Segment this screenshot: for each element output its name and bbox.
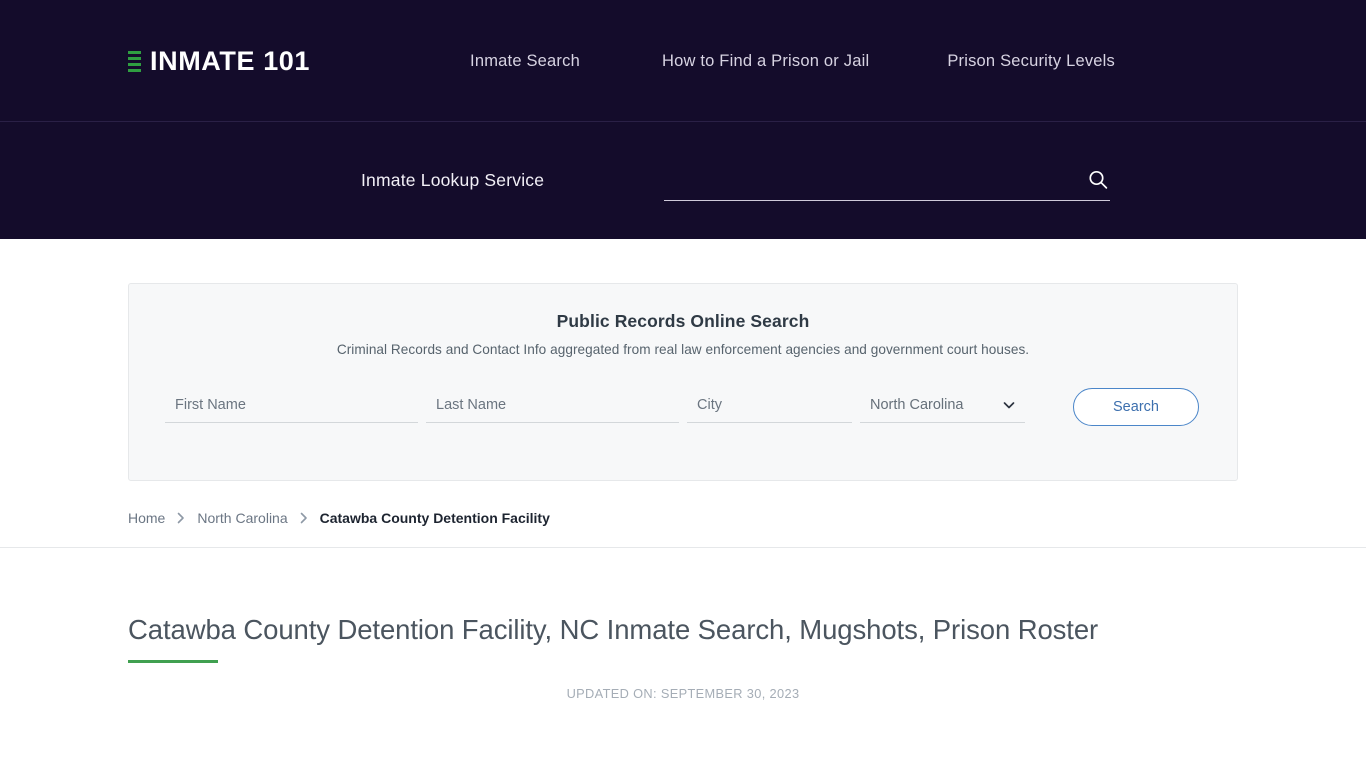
state-select[interactable]: North Carolina [860,393,1025,423]
site-header: INMATE 101 Inmate Search How to Find a P… [0,0,1366,122]
main-navigation: Inmate Search How to Find a Prison or Ja… [470,52,1115,71]
lookup-search-input[interactable] [664,163,1110,201]
chevron-right-icon [175,511,187,525]
records-search-button[interactable]: Search [1073,388,1199,426]
logo-bars-icon [128,50,141,72]
breadcrumb-item-north-carolina[interactable]: North Carolina [197,510,287,526]
breadcrumb: Home North Carolina Catawba County Deten… [0,481,1366,525]
chevron-right-icon [298,511,310,525]
inmate-lookup-bar: Inmate Lookup Service [0,122,1366,239]
lookup-service-label: Inmate Lookup Service [361,170,544,191]
search-icon [1086,168,1110,192]
records-card-subtitle: Criminal Records and Contact Info aggreg… [165,342,1201,357]
lookup-search-button[interactable] [1086,168,1110,192]
breadcrumb-item-home[interactable]: Home [128,510,165,526]
city-input[interactable] [687,393,852,423]
header-inner: INMATE 101 Inmate Search How to Find a P… [0,0,1366,122]
brand-name: INMATE 101 [150,48,310,75]
state-select-wrapper: North Carolina [860,393,1025,423]
brand-logo[interactable]: INMATE 101 [128,48,310,75]
last-name-input[interactable] [426,393,679,423]
page-main: Catawba County Detention Facility, NC In… [0,548,1366,701]
title-accent-rule [128,660,218,663]
nav-item-inmate-search[interactable]: Inmate Search [470,52,580,71]
public-records-card: Public Records Online Search Criminal Re… [128,283,1238,481]
nav-item-how-to-find-a-prison-or-jail[interactable]: How to Find a Prison or Jail [662,52,869,71]
first-name-input[interactable] [165,393,418,423]
public-records-section: Public Records Online Search Criminal Re… [0,239,1366,481]
page-title: Catawba County Detention Facility, NC In… [128,614,1238,646]
nav-item-prison-security-levels[interactable]: Prison Security Levels [947,52,1115,71]
breadcrumb-item-current: Catawba County Detention Facility [320,510,550,526]
updated-on-text: UPDATED ON: SEPTEMBER 30, 2023 [128,686,1238,701]
records-card-title: Public Records Online Search [165,311,1201,332]
public-records-form: North Carolina Search [165,393,1201,426]
lookup-field-wrapper [664,161,1110,201]
